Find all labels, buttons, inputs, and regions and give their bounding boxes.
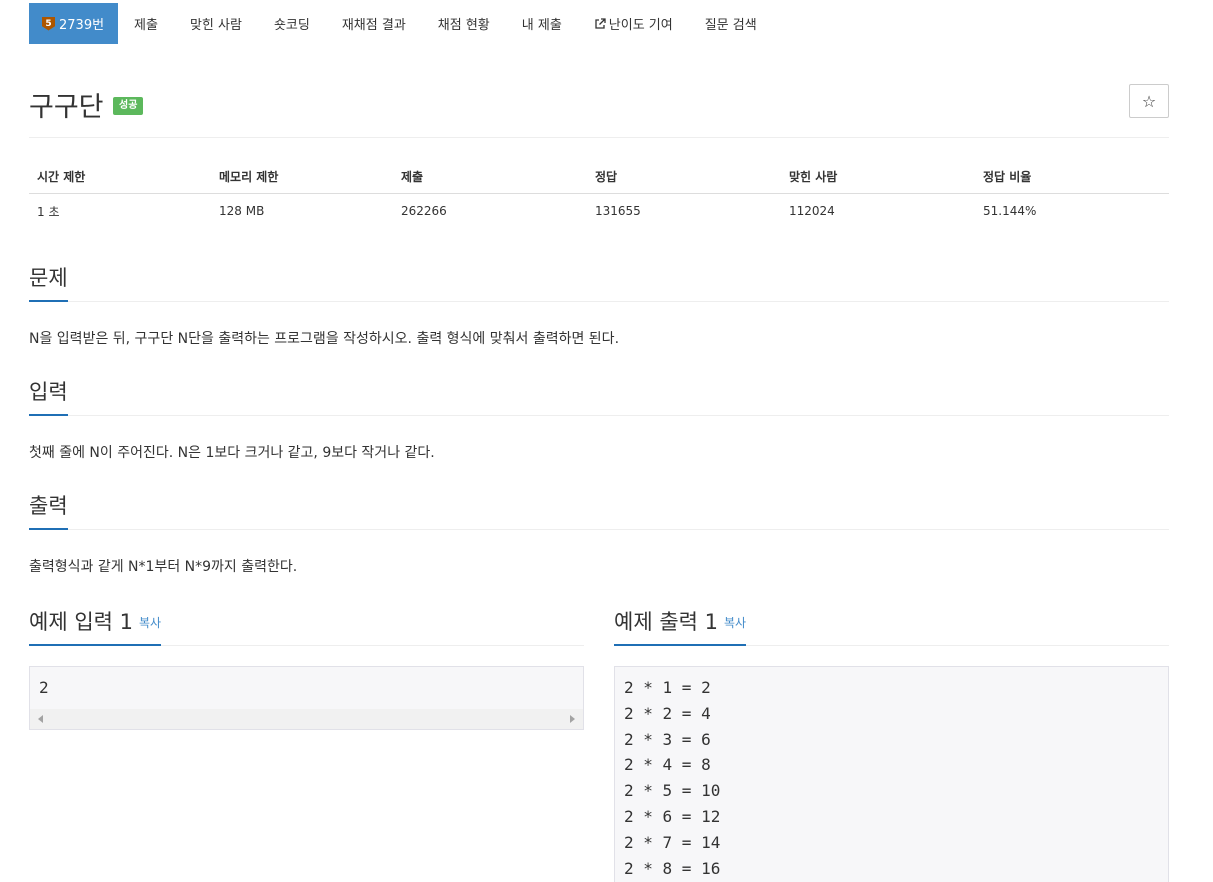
header-ratio: 정답 비율 <box>975 160 1169 194</box>
header-submissions: 제출 <box>393 160 587 194</box>
problem-nav: 5 2739번 제출 맞힌 사람 숏코딩 재채점 결과 채점 현황 내 제출 난… <box>29 3 773 44</box>
sample-input-header: 예제 입력 1 복사 <box>29 606 584 646</box>
header-solvers: 맞힌 사람 <box>781 160 975 194</box>
tab-questions[interactable]: 질문 검색 <box>689 3 773 44</box>
section-input-title: 입력 <box>29 376 68 416</box>
section-problem-header: 문제 <box>29 262 1169 302</box>
tab-difficulty-label: 난이도 기여 <box>608 18 673 33</box>
value-solvers: 112024 <box>789 204 835 219</box>
tab-problem[interactable]: 5 2739번 <box>29 3 119 44</box>
sample-output-title-text: 예제 출력 1 <box>614 610 718 634</box>
section-output-header: 출력 <box>29 490 1169 530</box>
problem-description: N을 입력받은 뒤, 구구단 N단을 출력하는 프로그램을 작성하시오. 출력 … <box>29 331 620 347</box>
sample-input-content: 2 <box>39 678 49 697</box>
scroll-left-icon[interactable] <box>38 715 43 723</box>
scroll-right-icon[interactable] <box>570 715 575 723</box>
header-time-limit: 시간 제한 <box>29 160 211 194</box>
sample-input-title-text: 예제 입력 1 <box>29 610 133 634</box>
copy-sample-input-button[interactable]: 복사 <box>139 616 161 630</box>
header-accepted: 정답 <box>587 160 781 194</box>
value-time-limit: 1 초 <box>37 204 60 219</box>
sample-output-box[interactable]: 2 * 1 = 2 2 * 2 = 4 2 * 3 = 6 2 * 4 = 8 … <box>614 666 1169 882</box>
value-ratio: 51.144% <box>983 204 1037 219</box>
copy-sample-output-button[interactable]: 복사 <box>724 616 746 630</box>
tab-solvers[interactable]: 맞힌 사람 <box>174 3 258 44</box>
tab-my-submissions[interactable]: 내 제출 <box>506 3 578 44</box>
header-memory-limit: 메모리 제한 <box>211 160 393 194</box>
star-icon: ☆ <box>1141 91 1157 111</box>
tab-rejudge[interactable]: 재채점 결과 <box>326 3 422 44</box>
input-description: 첫째 줄에 N이 주어진다. N은 1보다 크거나 같고, 9보다 작거나 같다… <box>29 445 435 461</box>
section-output-title: 출력 <box>29 490 68 530</box>
value-memory-limit: 128 MB <box>219 204 265 219</box>
sample-output-title: 예제 출력 1 복사 <box>614 606 747 646</box>
title-row: 구구단 성공 ☆ <box>29 80 1169 138</box>
sample-output-content: 2 * 1 = 2 2 * 2 = 4 2 * 3 = 6 2 * 4 = 8 … <box>624 678 721 878</box>
favorite-button[interactable]: ☆ <box>1129 84 1169 118</box>
info-value-row: 1 초 128 MB 262266 131655 112024 51.144% <box>29 193 1169 229</box>
page-title: 구구단 <box>29 92 104 123</box>
sample-input-box[interactable]: 2 <box>29 666 584 730</box>
tab-shortcoding[interactable]: 숏코딩 <box>258 3 326 44</box>
info-header-row: 시간 제한 메모리 제한 제출 정답 맞힌 사람 정답 비율 <box>29 160 1169 194</box>
tab-submit[interactable]: 제출 <box>118 3 174 44</box>
tier-badge-icon: 5 <box>42 16 55 31</box>
output-description: 출력형식과 같게 N*1부터 N*9까지 출력한다. <box>29 559 298 575</box>
external-link-icon <box>595 17 606 29</box>
problem-info-table: 시간 제한 메모리 제한 제출 정답 맞힌 사람 정답 비율 1 초 128 M… <box>29 160 1169 229</box>
horizontal-scrollbar[interactable] <box>30 709 583 729</box>
value-submissions: 262266 <box>401 204 447 219</box>
problem-number: 2739번 <box>59 18 105 33</box>
value-accepted: 131655 <box>595 204 641 219</box>
tab-difficulty[interactable]: 난이도 기여 <box>578 3 689 44</box>
status-badge: 성공 <box>113 97 144 115</box>
sample-input-title: 예제 입력 1 복사 <box>29 606 162 646</box>
sample-output-header: 예제 출력 1 복사 <box>614 606 1169 646</box>
section-input-header: 입력 <box>29 376 1169 416</box>
tab-status[interactable]: 채점 현황 <box>422 3 506 44</box>
section-problem-title: 문제 <box>29 262 68 302</box>
